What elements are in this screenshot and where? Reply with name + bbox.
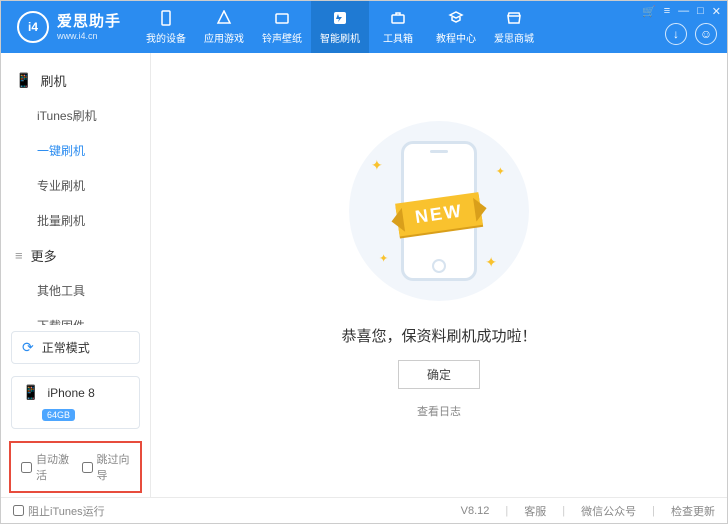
tab-toolbox[interactable]: 工具箱: [369, 1, 427, 53]
list-icon: ≡: [15, 248, 23, 263]
mode-card[interactable]: ⟳ 正常模式: [11, 331, 140, 364]
close-icon[interactable]: ✕: [712, 5, 721, 18]
sparkle-icon: ✦: [496, 165, 505, 178]
minimize-icon[interactable]: —: [678, 5, 689, 18]
check-auto-activate[interactable]: 自动激活: [21, 451, 70, 483]
sidebar-item-onekey-flash[interactable]: 一键刷机: [1, 133, 150, 168]
sidebar-item-pro-flash[interactable]: 专业刷机: [1, 168, 150, 203]
mode-label: 正常模式: [42, 339, 90, 356]
menu-icon[interactable]: ≡: [664, 5, 670, 18]
logo-icon: i4: [17, 11, 49, 43]
logo: i4 爱思助手 www.i4.cn: [1, 11, 137, 43]
window-controls: 🛒 ≡ — □ ✕: [642, 5, 721, 18]
success-message: 恭喜您，保资料刷机成功啦！: [341, 325, 536, 346]
footer-link-wechat[interactable]: 微信公众号: [581, 503, 636, 519]
tab-tutorial[interactable]: 教程中心: [427, 1, 485, 53]
bottom-checks: 自动激活 跳过向导: [9, 441, 142, 493]
tab-apps[interactable]: 应用游戏: [195, 1, 253, 53]
footer-link-support[interactable]: 客服: [524, 503, 546, 519]
tab-store[interactable]: 爱思商城: [485, 1, 543, 53]
main-tabs: 我的设备 应用游戏 铃声壁纸 智能刷机 工具箱 教程中心 爱思商城: [137, 1, 543, 53]
tab-ringtone[interactable]: 铃声壁纸: [253, 1, 311, 53]
brand-name: 爱思助手: [57, 13, 121, 31]
user-icon[interactable]: ☺: [695, 23, 717, 45]
sparkle-icon: ✦: [371, 157, 383, 174]
version-label: V8.12: [461, 505, 490, 517]
ok-button[interactable]: 确定: [398, 360, 480, 389]
tab-my-device[interactable]: 我的设备: [137, 1, 195, 53]
tab-flash[interactable]: 智能刷机: [311, 1, 369, 53]
device-name: iPhone 8: [47, 386, 94, 400]
device-card[interactable]: 📱 iPhone 8 64GB: [11, 376, 140, 429]
brand-site: www.i4.cn: [57, 31, 121, 42]
refresh-icon: ⟳: [22, 339, 34, 356]
maximize-icon[interactable]: □: [697, 5, 704, 18]
sparkle-icon: ✦: [485, 254, 497, 271]
device-icon: 📱: [22, 384, 39, 401]
sidebar-section-more: ≡ 更多: [1, 238, 150, 273]
check-skip-guide[interactable]: 跳过向导: [82, 451, 131, 483]
app-header: i4 爱思助手 www.i4.cn 我的设备 应用游戏 铃声壁纸 智能刷机 工具…: [1, 1, 727, 53]
main-content: NEW ✦ ✦ ✦ ✦ 恭喜您，保资料刷机成功啦！ 确定 查看日志: [151, 53, 727, 497]
sidebar-item-download-fw[interactable]: 下载固件: [1, 308, 150, 325]
phone-icon: 📱: [15, 72, 32, 89]
view-log-link[interactable]: 查看日志: [417, 403, 461, 419]
sidebar-section-flash: 📱 刷机: [1, 63, 150, 98]
storage-badge: 64GB: [42, 409, 75, 421]
sparkle-icon: ✦: [379, 252, 388, 265]
check-block-itunes[interactable]: 阻止iTunes运行: [13, 503, 105, 519]
cart-icon[interactable]: 🛒: [642, 5, 656, 18]
download-icon[interactable]: ↓: [665, 23, 687, 45]
hero-illustration: NEW ✦ ✦ ✦ ✦: [349, 121, 529, 301]
footer-link-update[interactable]: 检查更新: [671, 503, 715, 519]
sidebar-item-itunes-flash[interactable]: iTunes刷机: [1, 98, 150, 133]
sidebar: 📱 刷机 iTunes刷机 一键刷机 专业刷机 批量刷机 ≡ 更多 其他工具 下…: [1, 53, 151, 497]
sidebar-item-batch-flash[interactable]: 批量刷机: [1, 203, 150, 238]
sidebar-item-other-tools[interactable]: 其他工具: [1, 273, 150, 308]
footer: 阻止iTunes运行 V8.12 | 客服 | 微信公众号 | 检查更新: [1, 497, 727, 523]
